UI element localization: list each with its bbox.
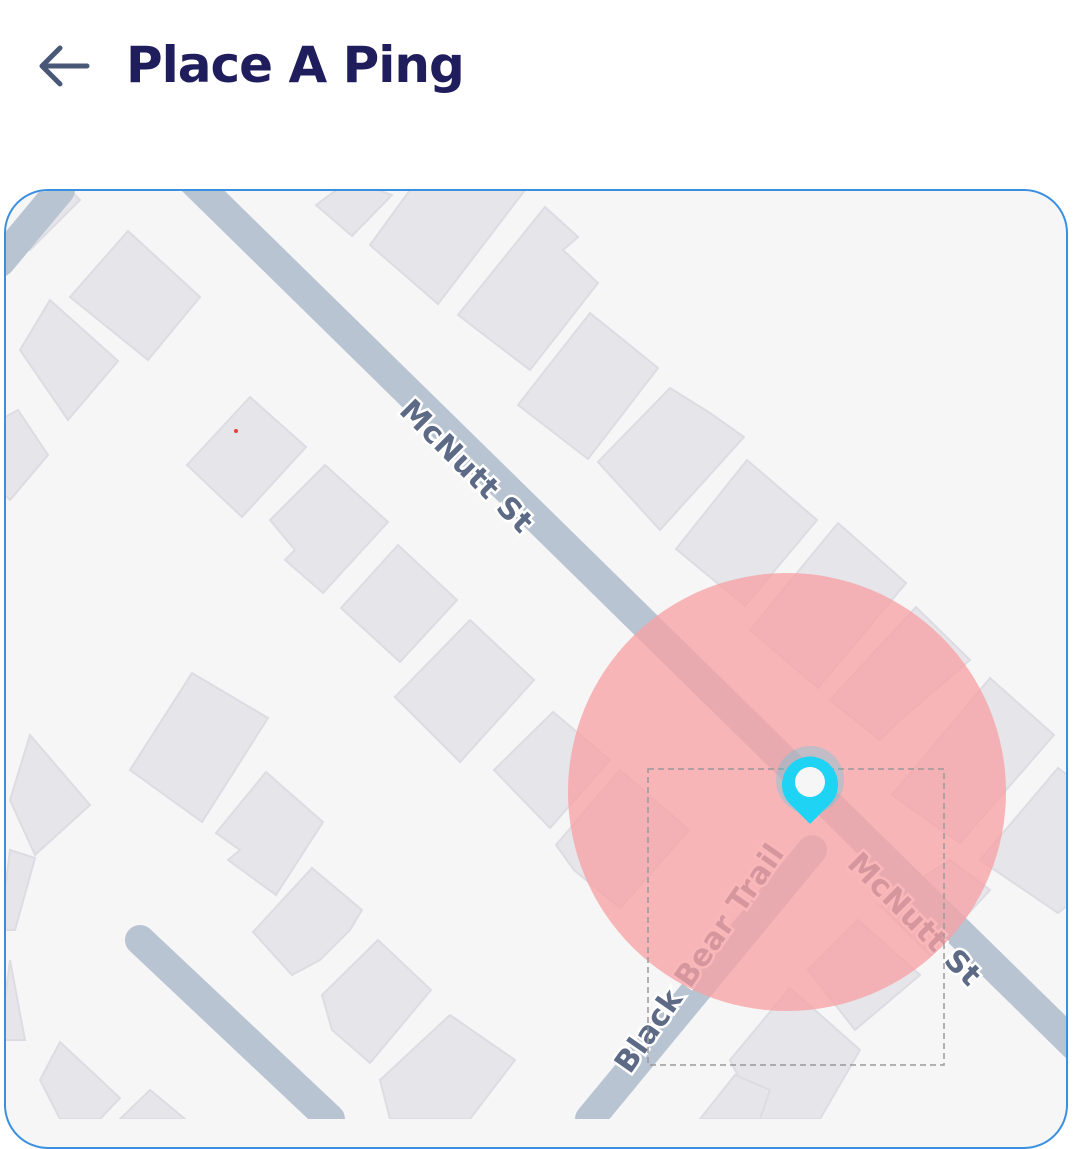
header: Place A Ping — [0, 0, 1074, 130]
map-dot — [234, 429, 238, 433]
arrow-left-icon — [39, 45, 90, 87]
back-button[interactable] — [28, 36, 96, 96]
street-label-mcnutt-upper: McNutt St — [392, 393, 540, 541]
map-view[interactable]: McNutt St McNutt St Black Bear Trail — [4, 189, 1068, 1149]
page-title: Place A Ping — [126, 36, 465, 94]
map-canvas[interactable]: McNutt St McNutt St Black Bear Trail — [4, 189, 1068, 1119]
